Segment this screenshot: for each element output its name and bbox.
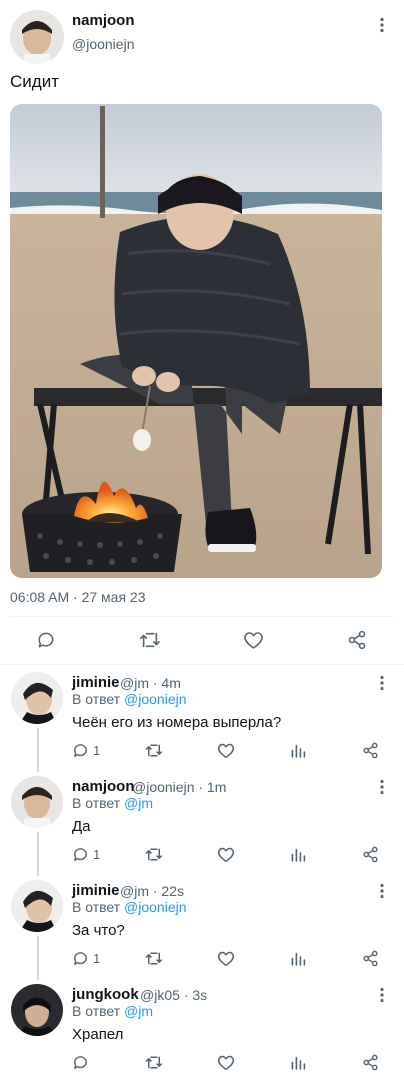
author-handle[interactable]: @jooniejn [72,36,134,52]
reply-to-handle[interactable]: @jooniejn [124,691,186,707]
share-icon [363,950,378,967]
thread-line [37,832,39,876]
reply-count: 1 [93,847,101,862]
bar-chart-icon [291,848,306,862]
more-vertical-icon[interactable] [373,986,391,1004]
retweet-icon [145,952,163,965]
share-icon [363,846,378,863]
reply-button[interactable] [72,1054,93,1071]
share-button[interactable] [362,950,379,967]
tweet-photo[interactable] [10,104,382,578]
reply-button[interactable]: 1 [72,742,100,759]
share-icon [363,1054,378,1071]
tweet-timestamp: 06:08 AM · 27 мая 23 [10,589,146,605]
reply-author-name[interactable]: jiminie [72,674,120,691]
views-button[interactable] [290,742,306,759]
share-icon [348,630,366,650]
reply-context: В ответ @jooniejn [72,691,187,707]
like-button[interactable] [217,1054,235,1071]
thread-line [37,728,39,772]
tweet-text: Сидит [10,72,59,91]
reply-to-handle[interactable]: @jooniejn [124,899,186,915]
like-button[interactable] [217,742,235,759]
reply-context: В ответ @jm [72,1003,153,1019]
reply-author-name[interactable]: jiminie [72,882,120,899]
reply-author-meta: @jooniejn · 1m [132,779,227,795]
reply-count: 1 [93,743,101,758]
retweet-button[interactable] [139,630,161,650]
divider [10,616,394,617]
reply-text: Да [72,818,91,835]
reply-context: В ответ @jm [72,795,153,811]
reply-author-meta: @jm · 22s [120,883,184,899]
reply-text: За что? [72,922,125,939]
heart-icon [217,1055,235,1070]
reply-author-name[interactable]: jungkook [72,986,139,1003]
heart-icon [217,847,235,862]
avatar[interactable] [11,984,63,1036]
reply-text: Храпел [72,1026,124,1043]
reply-context: В ответ @jooniejn [72,899,187,915]
more-vertical-icon[interactable] [373,16,391,34]
reply-button[interactable]: 1 [72,950,100,967]
share-button[interactable] [362,846,379,863]
speech-bubble-icon [38,632,54,648]
reply-text: Чеён его из номера выперла? [72,714,282,731]
retweet-button[interactable] [145,742,163,759]
thread-line [37,936,39,980]
avatar[interactable] [11,880,63,932]
views-button[interactable] [290,950,306,967]
more-vertical-icon[interactable] [373,778,391,796]
retweet-icon [145,848,163,861]
share-icon [363,742,378,759]
heart-icon [244,632,263,649]
bar-chart-icon [291,744,306,758]
retweet-button[interactable] [145,950,163,967]
retweet-button[interactable] [145,1054,163,1071]
retweet-button[interactable] [145,846,163,863]
divider [0,664,404,665]
reply-to-handle[interactable]: @jm [124,1003,153,1019]
reply-author-meta: @jm · 4m [120,675,181,691]
views-button[interactable] [290,846,306,863]
author-name[interactable]: namjoon [72,12,135,29]
retweet-icon [140,632,160,648]
views-button[interactable] [290,1054,306,1071]
reply-to-handle[interactable]: @jm [124,795,153,811]
reply-button[interactable]: 1 [72,846,100,863]
speech-bubble-icon [74,744,87,757]
bar-chart-icon [291,952,306,966]
reply-prefix: В ответ [72,691,121,707]
retweet-icon [145,1056,163,1069]
heart-icon [217,743,235,758]
share-button[interactable] [362,742,379,759]
avatar[interactable] [11,776,63,828]
like-button[interactable] [217,950,235,967]
more-vertical-icon[interactable] [373,882,391,900]
bar-chart-icon [291,1056,306,1070]
avatar[interactable] [10,10,64,64]
speech-bubble-icon [74,848,87,861]
speech-bubble-icon [74,952,87,965]
like-button[interactable] [243,630,264,650]
heart-icon [217,951,235,966]
reply-prefix: В ответ [72,795,121,811]
avatar[interactable] [11,672,63,724]
reply-count: 1 [93,951,101,966]
reply-prefix: В ответ [72,899,121,915]
share-button[interactable] [362,1054,379,1071]
reply-author-meta: @jk05 · 3s [140,987,208,1003]
reply-prefix: В ответ [72,1003,121,1019]
more-vertical-icon[interactable] [373,674,391,692]
reply-author-name[interactable]: namjoon [72,778,135,795]
speech-bubble-icon [74,1056,87,1069]
retweet-icon [145,744,163,757]
share-button[interactable] [347,630,367,650]
reply-button[interactable] [36,630,56,650]
like-button[interactable] [217,846,235,863]
